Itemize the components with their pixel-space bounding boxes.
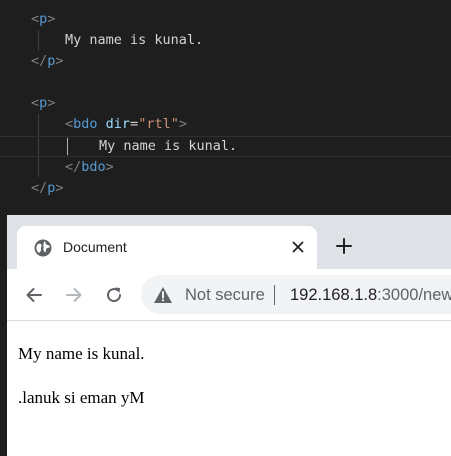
tag-bracket: > [105,159,114,175]
warning-triangle-icon[interactable] [153,285,173,305]
code-line-bdo-close: </bdo> [65,157,114,178]
tab-strip: Document [7,215,451,269]
address-bar[interactable]: Not secure 192.168.1.8:3000/new [141,275,451,314]
code-line-p-open: <p> [31,93,55,114]
tag-bracket: > [55,53,64,69]
tag-name: bdo [81,159,106,175]
browser-window: Document Not secure 192.168.1.8:3000/new [7,215,451,456]
attribute-value: "rtl" [138,116,179,132]
url-host: 192.168.1.8 [290,286,378,304]
code-line-bdo-open: <bdo dir="rtl"> [65,114,187,135]
code-line-bdo-text: My name is kunal. [99,136,237,157]
code-text: My name is kunal. [65,32,204,48]
tab-title: Document [63,239,127,255]
tag-bracket: > [47,11,56,27]
omnibox-divider [274,285,275,305]
security-label[interactable]: Not secure [185,284,265,306]
tag-bracket: < [31,95,40,111]
url-path: :3000/new [377,286,451,304]
close-icon[interactable] [288,237,308,257]
indent-guide [38,30,39,51]
url-text[interactable]: 192.168.1.8:3000/new [290,284,451,306]
code-line-p-open: <p> [31,9,55,30]
attribute-name: dir [105,116,131,132]
text-cursor [67,138,68,155]
code-text: My name is kunal. [99,138,238,154]
reload-icon[interactable] [101,282,127,308]
tag-bracket: </ [65,159,82,175]
code-line-p-close: </p> [31,51,64,72]
code-line-text: My name is kunal. [65,30,203,51]
page-content: My name is kunal. .lanuk si eman yM [7,322,451,456]
equals-sign: = [130,116,139,132]
tag-name: bdo [73,116,98,132]
globe-icon [33,238,53,258]
tag-bracket: </ [31,180,48,196]
tag-bracket: < [65,116,74,132]
paragraph-normal: My name is kunal. [18,344,145,363]
code-editor[interactable]: <p> My name is kunal. </p> <p> <bdo dir=… [0,0,451,215]
arrow-right-icon[interactable] [61,282,87,308]
tag-bracket: > [47,95,56,111]
browser-toolbar: Not secure 192.168.1.8:3000/new [7,269,451,321]
code-line-p-close: </p> [31,178,64,199]
tag-bracket: > [55,180,64,196]
tab-document[interactable]: Document [17,226,317,269]
paragraph-bdo-rtl: .lanuk si eman yM [18,388,145,407]
tag-bracket: </ [31,53,48,69]
plus-icon[interactable] [332,234,356,258]
arrow-left-icon[interactable] [21,282,47,308]
tag-bracket: > [178,116,187,132]
tag-bracket: < [31,11,40,27]
